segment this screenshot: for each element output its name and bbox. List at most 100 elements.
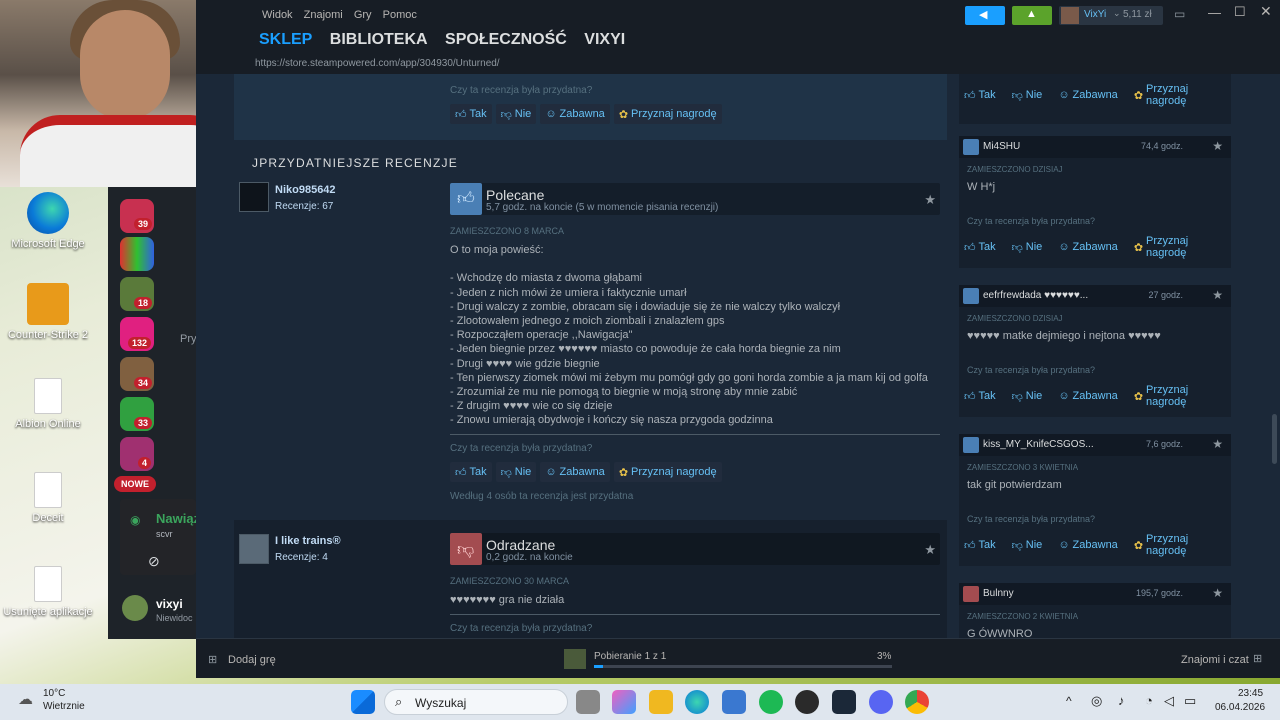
nav-profile[interactable]: VIXYI bbox=[584, 31, 625, 48]
side-review-header[interactable]: kiss_MY_KnifeCSGOS... 7,6 godz. ★ bbox=[959, 434, 1231, 456]
weather-desc[interactable]: Wietrznie bbox=[43, 701, 85, 712]
edge-icon[interactable] bbox=[685, 690, 709, 714]
side-review-header[interactable]: eefrfrewdada ♥♥♥♥♥♥... 27 godz. ★ bbox=[959, 285, 1231, 307]
nav-community[interactable]: SPOŁECZNOŚĆ bbox=[445, 31, 567, 48]
desktop-icon-removed-apps[interactable]: Usunięte aplikacje bbox=[0, 566, 96, 618]
windows-start-icon[interactable] bbox=[351, 690, 375, 714]
side-review-header[interactable]: Mi4SHU 74,4 godz. ★ bbox=[959, 136, 1231, 158]
award-button[interactable]: ✿ Przyznaj nagrodę bbox=[1129, 533, 1231, 557]
desktop-icon-deceit[interactable]: Deceit bbox=[0, 472, 96, 524]
maximize-icon[interactable]: ☐ bbox=[1234, 4, 1246, 20]
side-review-author[interactable]: eefrfrewdada ♥♥♥♥♥♥... bbox=[983, 290, 1088, 301]
new-badge[interactable]: NOWE bbox=[114, 476, 156, 492]
vote-yes-button[interactable]: 👍︎ Tak bbox=[450, 462, 492, 482]
spotify-icon[interactable] bbox=[759, 690, 783, 714]
weather-icon[interactable]: ☁ bbox=[18, 690, 33, 708]
review-author[interactable]: I like trains® bbox=[275, 535, 341, 547]
side-review-author[interactable]: Bulnny bbox=[983, 588, 1014, 599]
menu-help[interactable]: Pomoc bbox=[383, 9, 417, 21]
star-icon[interactable]: ★ bbox=[1212, 139, 1223, 153]
search-box[interactable]: ⌕ Wyszukaj bbox=[384, 689, 568, 715]
task-view-icon[interactable] bbox=[576, 690, 600, 714]
side-review-header[interactable]: Bulnny 195,7 godz. ★ bbox=[959, 583, 1231, 605]
steam-icon[interactable] bbox=[832, 690, 856, 714]
clock-time[interactable]: 23:45 bbox=[1238, 688, 1263, 699]
menu-friends[interactable]: Znajomi bbox=[304, 9, 343, 21]
avatar[interactable] bbox=[122, 595, 148, 621]
file-explorer-icon[interactable] bbox=[649, 690, 673, 714]
award-button[interactable]: ✿ Przyznaj nagrodę bbox=[613, 104, 722, 124]
vote-no-button[interactable]: 👎︎ Nie bbox=[1007, 535, 1048, 555]
close-icon[interactable]: ✕ bbox=[1260, 3, 1272, 20]
star-icon[interactable]: ★ bbox=[1212, 437, 1223, 451]
download-status[interactable]: Pobieranie 1 z 1 bbox=[594, 651, 666, 662]
nav-store[interactable]: SKLEP bbox=[259, 31, 312, 48]
minimize-icon[interactable]: — bbox=[1208, 5, 1221, 20]
vote-no-button[interactable]: 👎︎ Nie bbox=[495, 462, 537, 482]
screen-share-off-icon[interactable]: ⊘ bbox=[148, 553, 160, 570]
vote-no-button[interactable]: 👎︎ Nie bbox=[1007, 85, 1048, 105]
battery-icon[interactable]: ▭ bbox=[1184, 693, 1196, 709]
volume-icon[interactable]: ◁ bbox=[1164, 693, 1174, 709]
menu-view[interactable]: Widok bbox=[262, 9, 293, 21]
big-picture-icon[interactable]: ▭ bbox=[1174, 7, 1185, 21]
vote-funny-button[interactable]: ☺ Zabawna bbox=[1053, 386, 1123, 406]
download-thumbnail[interactable] bbox=[564, 649, 586, 669]
weather-temp[interactable]: 10°C bbox=[43, 688, 65, 699]
award-button[interactable]: ✿ Przyznaj nagrodę bbox=[1129, 384, 1231, 408]
announcements-button[interactable]: ◀ bbox=[965, 6, 1005, 25]
star-icon[interactable]: ★ bbox=[924, 192, 936, 208]
url-text[interactable]: https://store.steampowered.com/app/30493… bbox=[255, 58, 500, 69]
vote-yes-button[interactable]: 👍︎ Tak bbox=[959, 535, 1001, 555]
vote-funny-button[interactable]: ☺ Zabawna bbox=[1053, 535, 1123, 555]
desktop-icon-edge[interactable]: Microsoft Edge bbox=[0, 192, 96, 250]
vote-funny-button[interactable]: ☺ Zabawna bbox=[1053, 237, 1123, 257]
avatar[interactable] bbox=[239, 182, 269, 212]
add-game-button[interactable]: Dodaj grę bbox=[228, 654, 276, 666]
microphone-icon[interactable]: ♪ bbox=[1118, 693, 1125, 708]
award-button[interactable]: ✿ Przyznaj nagrodę bbox=[613, 462, 722, 482]
star-icon[interactable]: ★ bbox=[1212, 288, 1223, 302]
review-author[interactable]: Niko985642 bbox=[275, 184, 336, 196]
obs-icon[interactable] bbox=[795, 690, 819, 714]
vote-no-button[interactable]: 👎︎ Nie bbox=[1007, 237, 1048, 257]
menu-games[interactable]: Gry bbox=[354, 9, 372, 21]
scrollbar[interactable] bbox=[1272, 414, 1277, 464]
chat-icon[interactable]: ⊞ bbox=[1253, 652, 1262, 665]
vote-yes-button[interactable]: 👍︎ Tak bbox=[959, 386, 1001, 406]
chevron-up-icon[interactable]: ^ bbox=[1066, 694, 1072, 708]
vote-no-button[interactable]: 👎︎ Nie bbox=[1007, 386, 1048, 406]
notifications-button[interactable]: ▲ bbox=[1012, 6, 1052, 25]
vote-funny-button[interactable]: ☺ Zabawna bbox=[1053, 85, 1123, 105]
vote-yes-button[interactable]: 👍︎ Tak bbox=[450, 104, 492, 124]
nav-library[interactable]: BIBLIOTEKA bbox=[330, 31, 428, 48]
vote-yes-button[interactable]: 👍︎ Tak bbox=[959, 85, 1001, 105]
vote-funny-button[interactable]: ☺ Zabawna bbox=[540, 462, 610, 482]
award-button[interactable]: ✿ Przyznaj nagrodę bbox=[1129, 83, 1231, 107]
friends-chat-button[interactable]: Znajomi i czat bbox=[1181, 654, 1249, 666]
location-icon[interactable]: ◎ bbox=[1091, 693, 1102, 709]
review-count[interactable]: Recenzje: 67 bbox=[275, 201, 333, 212]
star-icon[interactable]: ★ bbox=[1212, 586, 1223, 600]
avatar[interactable] bbox=[239, 534, 269, 564]
store-icon[interactable] bbox=[722, 690, 746, 714]
review-header[interactable]: 👎︎ Odradzane 0,2 godz. na koncie ★ bbox=[450, 533, 940, 565]
plus-icon[interactable]: ⊞ bbox=[208, 653, 217, 666]
copilot-icon[interactable] bbox=[612, 690, 636, 714]
vote-no-button[interactable]: 👎︎ Nie bbox=[495, 104, 537, 124]
vote-yes-button[interactable]: 👍︎ Tak bbox=[959, 237, 1001, 257]
discord-icon[interactable] bbox=[869, 690, 893, 714]
side-review-author[interactable]: Mi4SHU bbox=[983, 141, 1020, 152]
chrome-icon[interactable] bbox=[905, 690, 929, 714]
side-review-author[interactable]: kiss_MY_KnifeCSGOS... bbox=[983, 439, 1094, 450]
award-button[interactable]: ✿ Przyznaj nagrodę bbox=[1129, 235, 1231, 259]
clock-date[interactable]: 06.04.2026 bbox=[1215, 702, 1265, 713]
wifi-icon[interactable]: ◔ bbox=[1145, 693, 1153, 708]
desktop-icon-cs2[interactable]: Counter-Strike 2 bbox=[0, 283, 96, 341]
review-count[interactable]: Recenzje: 4 bbox=[275, 552, 328, 563]
review-header[interactable]: 👍︎ Polecane 5,7 godz. na koncie (5 w mom… bbox=[450, 183, 940, 215]
server-icon[interactable] bbox=[120, 237, 154, 271]
vote-funny-button[interactable]: ☺ Zabawna bbox=[540, 104, 610, 124]
account-menu[interactable]: VixYi ⌄ 5,11 zł bbox=[1059, 6, 1163, 25]
star-icon[interactable]: ★ bbox=[924, 542, 936, 558]
